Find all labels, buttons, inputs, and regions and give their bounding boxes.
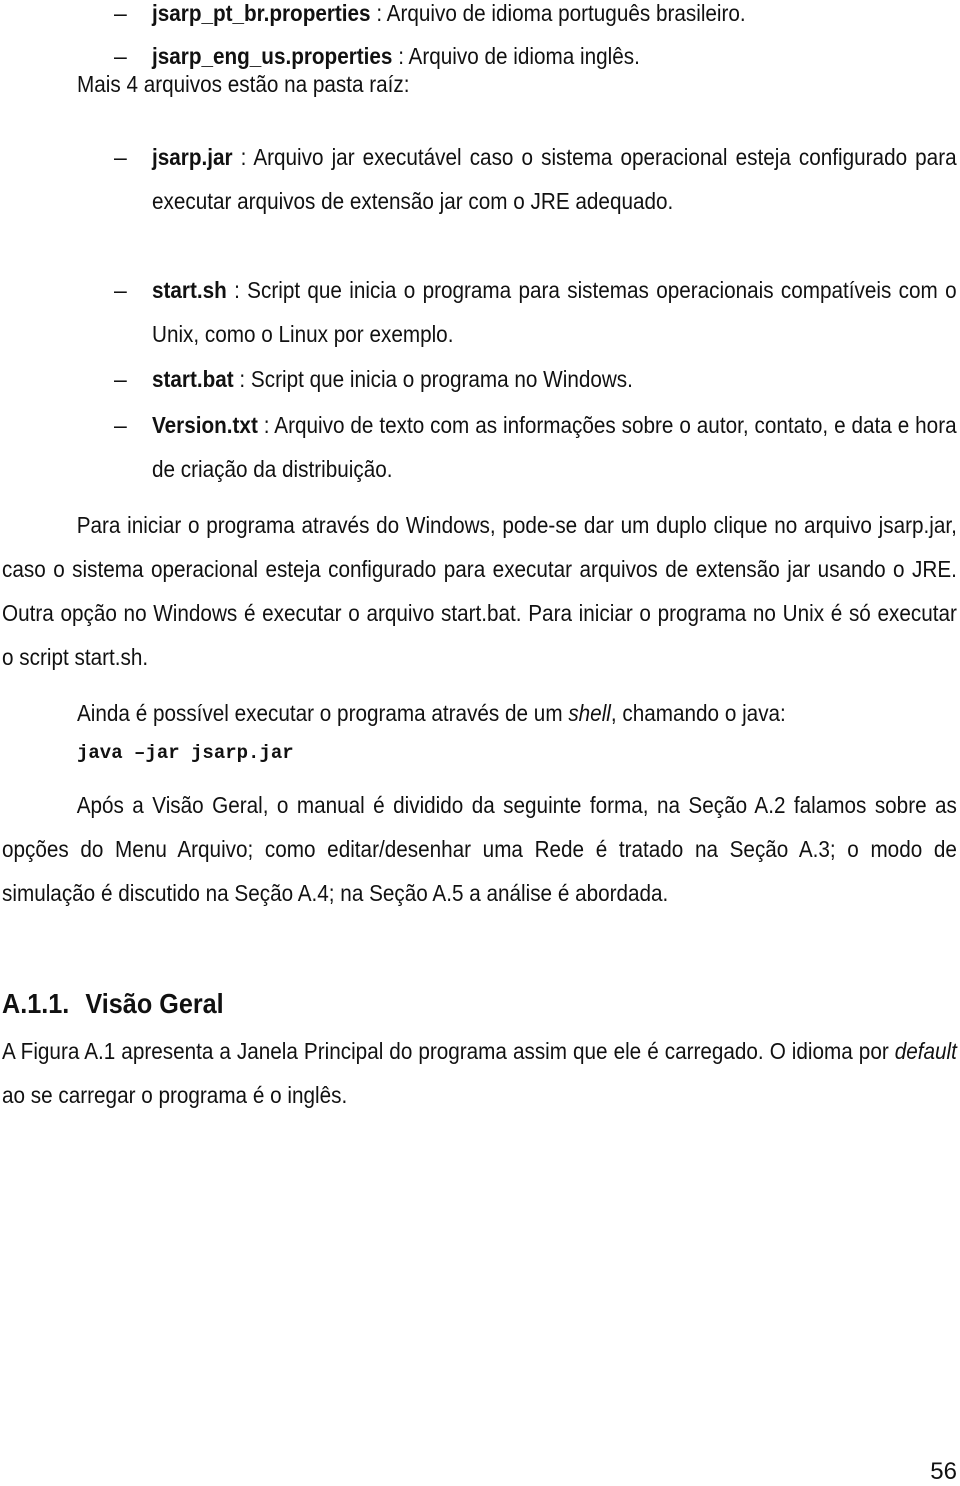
section-title: Visão Geral bbox=[85, 988, 224, 1019]
shell-text-after: , chamando o java: bbox=[610, 700, 786, 726]
sections-paragraph: Após a Visão Geral, o manual é dividido … bbox=[2, 783, 957, 915]
section-number: A.1.1. bbox=[2, 988, 70, 1019]
list-item: – start.bat : Script que inicia o progra… bbox=[114, 357, 960, 401]
file-description: : Arquivo de texto com as informações so… bbox=[152, 412, 957, 482]
sections-text: Após a Visão Geral, o manual é dividido … bbox=[2, 792, 957, 906]
file-name: start.sh bbox=[152, 277, 227, 303]
file-name: jsarp_pt_br.properties bbox=[152, 0, 371, 26]
file-name: jsarp.jar bbox=[152, 144, 233, 170]
file-name: Version.txt bbox=[152, 412, 258, 438]
file-description: : Script que inicia o programa no Window… bbox=[233, 366, 633, 392]
page-number: 56 bbox=[930, 1458, 957, 1485]
overview-paragraph: A Figura A.1 apresenta a Janela Principa… bbox=[2, 1029, 957, 1117]
shell-text-before: Ainda é possível executar o programa atr… bbox=[77, 700, 569, 726]
bullet-dash: – bbox=[114, 366, 127, 392]
file-name: start.bat bbox=[152, 366, 234, 392]
bullet-dash: – bbox=[114, 277, 127, 303]
section-heading: A.1.1. Visão Geral bbox=[2, 988, 224, 1020]
intro-root-text: Mais 4 arquivos estão na pasta raíz: bbox=[77, 71, 410, 97]
start-instructions-paragraph: Para iniciar o programa através do Windo… bbox=[2, 503, 957, 679]
list-item: – start.sh : Script que inicia o program… bbox=[114, 268, 960, 356]
start-instructions-text: Para iniciar o programa através do Windo… bbox=[2, 512, 957, 670]
bullet-dash: – bbox=[114, 412, 127, 438]
file-description: : Arquivo de idioma português brasileiro… bbox=[370, 0, 746, 26]
list-item: – jsarp_pt_br.properties : Arquivo de id… bbox=[114, 0, 960, 35]
shell-italic: shell bbox=[568, 700, 611, 726]
list-item: – jsarp.jar : Arquivo jar executável cas… bbox=[114, 135, 960, 223]
code-command: java –jar jsarp.jar bbox=[77, 742, 294, 764]
intro-root-paragraph: Mais 4 arquivos estão na pasta raíz: bbox=[77, 62, 960, 106]
overview-italic: default bbox=[894, 1038, 957, 1064]
file-description: : Arquivo jar executável caso o sistema … bbox=[152, 144, 957, 214]
overview-text-after: ao se carregar o programa é o inglês. bbox=[2, 1082, 348, 1108]
file-description: : Script que inicia o programa para sist… bbox=[152, 277, 957, 347]
shell-paragraph: Ainda é possível executar o programa atr… bbox=[77, 691, 960, 735]
overview-text-before: A Figura A.1 apresenta a Janela Principa… bbox=[2, 1038, 895, 1064]
bullet-dash: – bbox=[114, 144, 127, 170]
bullet-dash: – bbox=[114, 0, 127, 26]
document-page: – jsarp_pt_br.properties : Arquivo de id… bbox=[0, 0, 960, 1485]
list-item: – Version.txt : Arquivo de texto com as … bbox=[114, 403, 960, 491]
